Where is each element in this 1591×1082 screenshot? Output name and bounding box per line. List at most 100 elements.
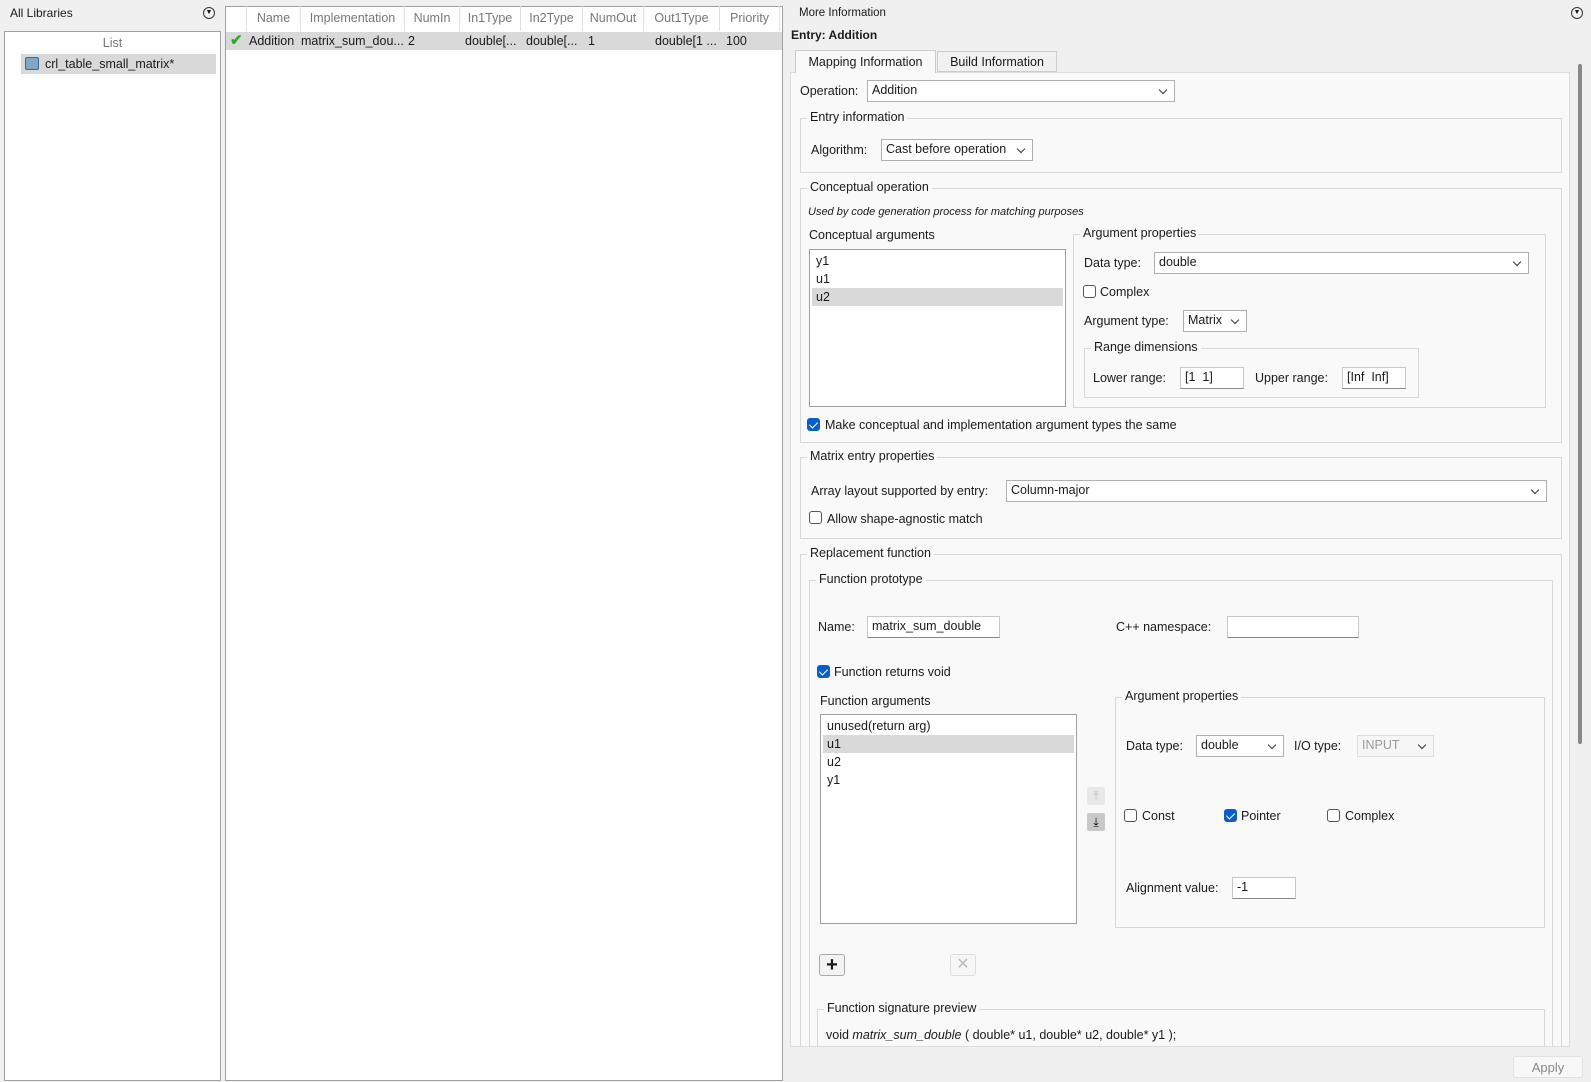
algorithm-select[interactable]: Cast before operation [881,139,1033,161]
sig-args: ( double* u1, double* u2, double* y1 ); [961,1028,1177,1042]
namespace-label: C++ namespace: [1116,620,1212,634]
more-info-title: More Information [799,7,886,19]
library-item[interactable]: crl_table_small_matrix* [21,54,216,74]
col-in1type[interactable]: In1Type [460,6,521,31]
same-types-label: Make conceptual and implementation argum… [825,418,1177,432]
move-up-button[interactable]: ⤒ [1087,787,1105,805]
entries-table [225,6,783,1081]
namespace-input[interactable] [1227,616,1359,638]
move-down-button[interactable]: ⤓ [1087,813,1105,831]
operation-select[interactable]: Addition [867,80,1175,102]
function-name-input[interactable]: matrix_sum_double [867,616,1000,638]
data-type-select[interactable]: double [1154,252,1529,274]
shape-agnostic-checkbox[interactable] [809,511,822,524]
returns-void-label: Function returns void [834,665,951,679]
col-out1type[interactable]: Out1Type [644,6,720,31]
const-label: Const [1142,809,1175,823]
cell-out1type: double[1 ... [655,34,717,48]
returns-void-checkbox[interactable] [817,665,830,678]
cell-implementation: matrix_sum_dou... [301,34,404,48]
group-label: Replacement function [807,546,934,560]
alignment-input[interactable]: -1 [1232,877,1296,899]
scrollbar[interactable] [1578,64,1582,744]
cell-priority: 100 [726,34,747,48]
algorithm-label: Algorithm: [811,143,868,157]
same-types-checkbox[interactable] [807,418,820,431]
panel-menu-icon[interactable]: ▼ [203,7,215,19]
group-label: Argument properties [1122,689,1242,703]
pointer-checkbox[interactable] [1224,809,1237,822]
lower-range-input[interactable]: [1 1] [1180,367,1244,389]
entry-title: Entry: Addition [791,28,878,42]
fn-data-type-label: Data type: [1126,739,1183,753]
list-item[interactable]: u1 [812,270,1063,288]
upper-range-input[interactable]: [Inf Inf] [1342,367,1406,389]
add-argument-button[interactable]: + [819,954,845,976]
complex-checkbox[interactable] [1083,285,1096,298]
col-check [226,6,247,31]
array-layout-label: Array layout supported by entry: [811,484,989,498]
io-type-select[interactable]: INPUT [1357,735,1434,757]
cell-name: Addition [249,34,295,48]
sig-function-name: matrix_sum_double [852,1028,962,1042]
lower-range-label: Lower range: [1093,371,1166,385]
group-label: Conceptual operation [807,180,932,194]
col-implementation[interactable]: Implementation [301,6,405,31]
fn-data-type-select[interactable]: double [1196,735,1284,757]
library-list: List crl_table_small_matrix* [4,31,221,1081]
alignment-label: Alignment value: [1126,881,1219,895]
col-in2type[interactable]: In2Type [521,6,583,31]
library-icon [25,57,39,70]
group-label: Matrix entry properties [807,449,938,463]
upper-range-label: Upper range: [1255,371,1328,385]
conceptual-args-label: Conceptual arguments [809,228,935,242]
signature-preview: void matrix_sum_double ( double* u1, dou… [826,1028,1176,1042]
function-args-list[interactable]: unused(return arg) u1 u2 y1 [820,714,1077,924]
const-checkbox[interactable] [1124,809,1137,822]
bottom-bar [785,1047,1591,1082]
list-item[interactable]: u1 [823,735,1074,753]
col-priority[interactable]: Priority [720,6,780,31]
group-label: Function prototype [816,572,926,586]
conceptual-note: Used by code generation process for matc… [808,206,1084,218]
complex-label: Complex [1100,285,1150,299]
sig-pre: void [826,1028,853,1042]
conceptual-args-list[interactable]: y1 u1 u2 [809,249,1066,407]
col-name[interactable]: Name [247,6,301,31]
function-name-label: Name: [818,620,855,634]
list-item[interactable]: u2 [823,753,1074,771]
data-type-label: Data type: [1084,256,1141,270]
shape-agnostic-label: Allow shape-agnostic match [827,512,983,526]
cell-numin: 2 [408,34,415,48]
library-item-label: crl_table_small_matrix* [45,57,175,71]
array-layout-select[interactable]: Column-major [1006,480,1547,502]
pointer-label: Pointer [1241,809,1281,823]
cell-numout: 1 [588,34,595,48]
fn-complex-label: Complex [1345,809,1395,823]
list-item[interactable]: y1 [823,771,1074,789]
list-header: List [102,36,123,50]
group-label: Entry information [807,110,908,124]
cell-in2type: double[... [526,34,578,48]
all-libraries-title: All Libraries [10,6,73,20]
group-label: Function signature preview [824,1001,980,1015]
fn-complex-checkbox[interactable] [1327,809,1340,822]
operation-label: Operation: [800,84,859,98]
io-type-label: I/O type: [1294,739,1342,753]
cell-in1type: double[... [465,34,517,48]
panel-menu-icon[interactable]: ▼ [1571,7,1583,19]
tab-mapping-information[interactable]: Mapping Information [795,50,936,73]
group-label: Argument properties [1080,226,1200,240]
list-item[interactable]: u2 [812,288,1063,306]
tab-build-information[interactable]: Build Information [937,51,1057,72]
col-numin[interactable]: NumIn [405,6,460,31]
valid-check-icon: ✔ [230,32,243,49]
group-label: Range dimensions [1091,340,1201,354]
col-numout[interactable]: NumOut [583,6,644,31]
list-item[interactable]: unused(return arg) [823,717,1074,735]
apply-button[interactable]: Apply [1513,1056,1583,1078]
list-item[interactable]: y1 [812,252,1063,270]
argument-type-select[interactable]: Matrix [1183,310,1247,332]
argument-type-label: Argument type: [1084,314,1169,328]
remove-argument-button[interactable]: ✕ [950,954,976,976]
